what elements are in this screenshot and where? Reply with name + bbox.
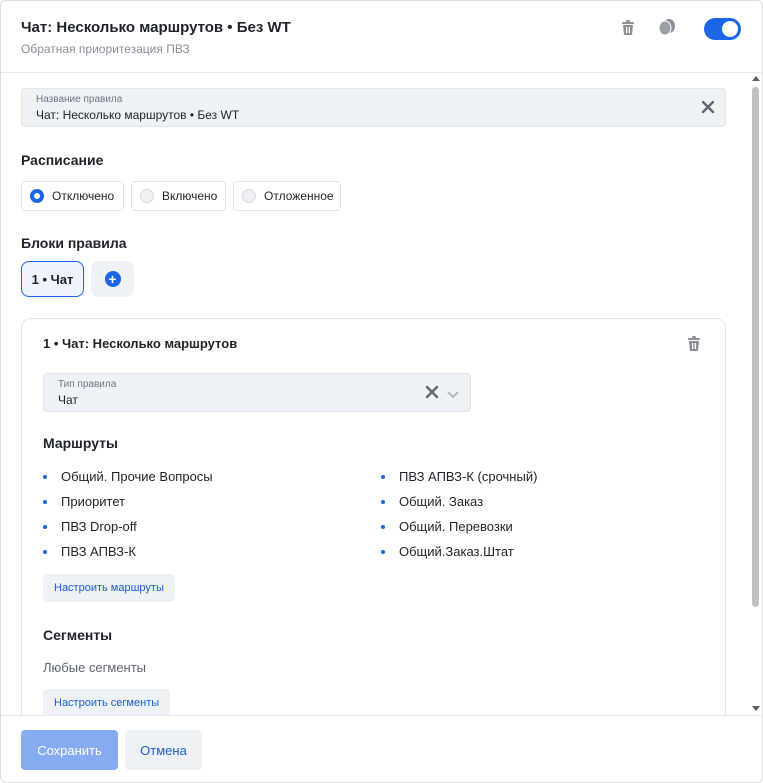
schedule-option-enabled[interactable]: Включено — [131, 181, 226, 211]
rule-name-value[interactable]: Чат: Несколько маршрутов • Без WT — [36, 108, 239, 122]
list-item: Общий.Заказ.Штат — [381, 544, 537, 569]
radio-label: Включено — [162, 189, 218, 203]
add-block-button[interactable]: + — [91, 261, 134, 297]
rule-name-field[interactable]: Название правила Чат: Несколько маршруто… — [21, 88, 726, 127]
scroll-thumb[interactable] — [752, 87, 759, 607]
schedule-title: Расписание — [21, 152, 104, 168]
rule-type-label: Тип правила — [58, 379, 117, 390]
block-card-title: 1 • Чат: Несколько маршрутов — [43, 336, 238, 351]
page-title: Чат: Несколько маршрутов • Без WT — [21, 19, 291, 36]
routes-title: Маршруты — [43, 435, 118, 451]
rule-name-label: Название правила — [36, 94, 123, 105]
blocks-title: Блоки правила — [21, 235, 127, 251]
panel-header: Чат: Несколько маршрутов • Без WT Обратн… — [1, 1, 762, 73]
save-button[interactable]: Сохранить — [21, 730, 118, 770]
delete-block-icon[interactable] — [685, 334, 703, 352]
list-item: ПВЗ АПВЗ-К (срочный) — [381, 469, 537, 494]
schedule-option-delayed[interactable]: Отложенное — [233, 181, 341, 211]
list-item: ПВЗ АПВЗ-К — [43, 544, 213, 569]
trash-icon[interactable] — [619, 18, 637, 36]
schedule-option-disabled[interactable]: Отключено — [21, 181, 124, 211]
configure-segments-button[interactable]: Настроить сегменты — [43, 689, 171, 717]
scrollbar[interactable] — [750, 73, 762, 715]
rule-type-value: Чат — [58, 393, 78, 407]
radio-label: Отключено — [52, 189, 115, 203]
list-item: Общий. Перевозки — [381, 519, 537, 544]
panel-footer: Сохранить Отмена — [1, 715, 762, 782]
plus-icon: + — [104, 271, 121, 287]
radio-unselected-icon — [140, 189, 154, 203]
list-item: ПВЗ Drop-off — [43, 519, 213, 544]
block-tab-1[interactable]: 1 • Чат — [21, 261, 84, 297]
block-card: 1 • Чат: Несколько маршрутов Тип правила… — [21, 318, 726, 738]
scroll-down-icon[interactable] — [752, 706, 760, 711]
list-item: Приоритет — [43, 494, 213, 519]
radio-unselected-icon — [242, 189, 256, 203]
scroll-up-icon[interactable] — [752, 76, 760, 81]
rule-editor-panel: Чат: Несколько маршрутов • Без WT Обратн… — [0, 0, 763, 783]
radio-selected-icon — [30, 189, 44, 203]
rule-type-select[interactable]: Тип правила Чат — [43, 373, 471, 412]
cancel-button[interactable]: Отмена — [125, 730, 202, 770]
configure-routes-button[interactable]: Настроить маршруты — [43, 574, 175, 602]
segments-title: Сегменты — [43, 627, 113, 643]
chevron-down-icon[interactable] — [447, 387, 459, 405]
radio-label: Отложенное — [264, 189, 334, 203]
clear-icon[interactable] — [701, 100, 715, 119]
list-item: Общий. Прочие Вопросы — [43, 469, 213, 494]
routes-list-left: Общий. Прочие Вопросы Приоритет ПВЗ Drop… — [43, 469, 213, 569]
routes-list-right: ПВЗ АПВЗ-К (срочный) Общий. Заказ Общий.… — [381, 469, 537, 569]
list-item: Общий. Заказ — [381, 494, 537, 519]
copy-icon[interactable] — [658, 18, 676, 36]
segments-value: Любые сегменты — [43, 660, 147, 675]
clear-icon[interactable] — [425, 385, 439, 404]
toggle-knob — [722, 21, 738, 37]
page-subtitle: Обратная приоритезация ПВЗ — [21, 42, 190, 56]
rule-enabled-toggle[interactable] — [704, 18, 741, 40]
